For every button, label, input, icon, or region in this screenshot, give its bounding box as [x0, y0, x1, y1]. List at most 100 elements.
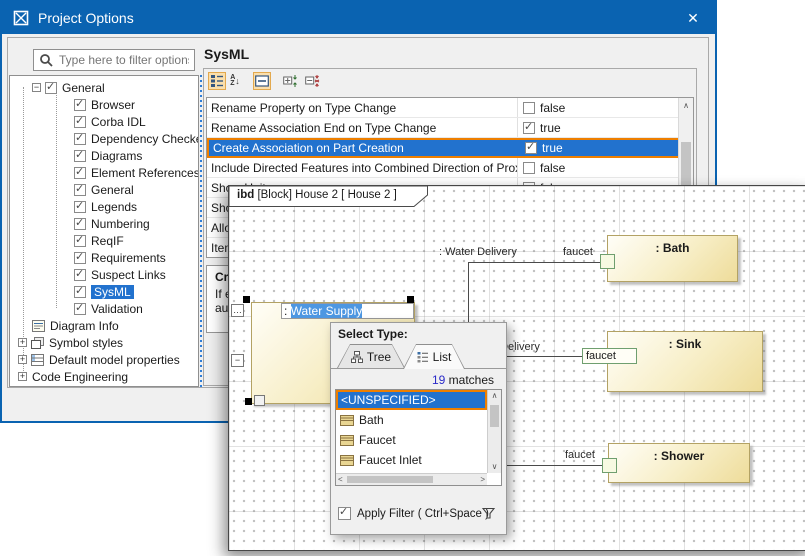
- value-checkbox[interactable]: [523, 102, 535, 114]
- check-icon: ✓: [75, 250, 84, 263]
- scroll-left-icon[interactable]: <: [338, 474, 343, 485]
- apply-filter-checkbox[interactable]: ✓: [338, 507, 351, 520]
- sidebar-item-code-engineering[interactable]: + Code Engineering: [10, 368, 198, 385]
- scroll-down-icon[interactable]: ∨: [488, 461, 501, 473]
- sidebar-item-reqif[interactable]: ✓ReqIF: [10, 232, 198, 249]
- list-item-selected[interactable]: <UNSPECIFIED>: [336, 390, 487, 410]
- checkbox[interactable]: ✓: [74, 252, 86, 264]
- checkbox[interactable]: ✓: [74, 150, 86, 162]
- checkbox[interactable]: ✓: [74, 133, 86, 145]
- dialog-titlebar[interactable]: Project Options ✕: [2, 2, 715, 34]
- sidebar-item-browser[interactable]: ✓Browser: [10, 96, 198, 113]
- expand-expander-icon[interactable]: +: [18, 355, 27, 364]
- value-checkbox[interactable]: ✓: [523, 122, 535, 134]
- apply-filter-row[interactable]: ✓ Apply Filter ( Ctrl+Space ): [338, 507, 489, 520]
- expand-nodes-button[interactable]: [281, 72, 299, 90]
- sidebar-item-general[interactable]: ✓General: [10, 181, 198, 198]
- sidebar-item-suspect-links[interactable]: ✓Suspect Links: [10, 266, 198, 283]
- sidebar-item-diagrams[interactable]: ✓Diagrams: [10, 147, 198, 164]
- value-checkbox[interactable]: ✓: [525, 142, 537, 154]
- selection-handle[interactable]: [243, 296, 250, 303]
- connector-label[interactable]: : Water Delivery: [439, 246, 517, 258]
- checkbox[interactable]: ✓: [74, 116, 86, 128]
- block-shower[interactable]: : Shower: [608, 443, 750, 483]
- close-icon[interactable]: ✕: [671, 2, 715, 34]
- sidebar-item-symbol-styles[interactable]: + Symbol styles: [10, 334, 198, 351]
- value-checkbox[interactable]: [523, 162, 535, 174]
- checkbox[interactable]: ✓: [74, 99, 86, 111]
- checkbox[interactable]: ✓: [45, 82, 57, 94]
- sidebar-item-sysml[interactable]: ✓ SysML: [10, 283, 198, 300]
- list-item[interactable]: Bath: [336, 410, 487, 430]
- sort-alphabetically-button[interactable]: A Z ↓: [226, 72, 244, 90]
- diagram-frame-tab[interactable]: ibd [Block] House 2 [ House 2 ]: [229, 186, 429, 207]
- filter-input[interactable]: [57, 52, 191, 68]
- sidebar-item-legends[interactable]: ✓Legends: [10, 198, 198, 215]
- block-name-editor[interactable]: : Water Supply: [281, 303, 414, 319]
- collapse-expander-icon[interactable]: −: [32, 83, 41, 92]
- connector-water-delivery-1[interactable]: [468, 262, 469, 330]
- sidebar-item-label: Validation: [91, 302, 143, 316]
- selection-handle[interactable]: [407, 296, 414, 303]
- check-icon: ✓: [75, 182, 84, 195]
- filter-funnel-icon[interactable]: [481, 506, 496, 521]
- checkbox[interactable]: ✓: [74, 218, 86, 230]
- checkbox[interactable]: ✓: [74, 303, 86, 315]
- connector-water-delivery-1[interactable]: [468, 262, 600, 263]
- scrollbar-thumb[interactable]: [681, 142, 691, 188]
- table-row[interactable]: Rename Property on Type Change false: [207, 98, 693, 118]
- scroll-up-icon[interactable]: ∧: [488, 390, 501, 402]
- show-description-button[interactable]: [253, 72, 271, 90]
- sidebar-item-requirements[interactable]: ✓Requirements: [10, 249, 198, 266]
- table-row[interactable]: Rename Association End on Type Change ✓t…: [207, 118, 693, 138]
- expand-expander-icon[interactable]: +: [18, 372, 27, 381]
- compartment-collapse-button[interactable]: −: [231, 354, 244, 367]
- compartment-more-button[interactable]: …: [231, 304, 244, 317]
- tab-list[interactable]: List: [403, 344, 465, 369]
- scroll-right-icon[interactable]: >: [480, 474, 485, 485]
- port-shower-faucet[interactable]: [602, 458, 617, 473]
- list-vertical-scrollbar[interactable]: ∧ ∨: [487, 390, 501, 473]
- port-bath-faucet[interactable]: [600, 254, 615, 269]
- sidebar-item-corba-idl[interactable]: ✓Corba IDL: [10, 113, 198, 130]
- checkbox[interactable]: ✓: [74, 184, 86, 196]
- sidebar-item-label-selected: SysML: [91, 285, 134, 299]
- panel-splitter[interactable]: [200, 75, 202, 387]
- scrollbar-thumb[interactable]: [490, 405, 499, 427]
- block-bath[interactable]: : Bath: [607, 235, 738, 282]
- structure-compartment-icon[interactable]: [254, 395, 265, 406]
- sidebar-item-validation[interactable]: ✓ Validation: [10, 300, 198, 317]
- tab-tree[interactable]: Tree: [337, 344, 405, 368]
- list-horizontal-scrollbar[interactable]: < >: [336, 473, 487, 485]
- scrollbar-thumb[interactable]: [347, 476, 433, 483]
- sidebar-item-diagram-info[interactable]: Diagram Info: [10, 317, 198, 334]
- type-list: <UNSPECIFIED> Bath Faucet Faucet Inlet ∧: [335, 389, 502, 486]
- filter-box[interactable]: [33, 49, 195, 71]
- part-sink-faucet[interactable]: faucet: [582, 348, 637, 364]
- list-tab-icon: [417, 351, 429, 363]
- checkbox[interactable]: ✓: [74, 167, 86, 179]
- table-row[interactable]: Include Directed Features into Combined …: [207, 158, 693, 178]
- selection-handle[interactable]: [245, 398, 252, 405]
- check-icon: ✓: [75, 199, 84, 212]
- sidebar-item-default-model-properties[interactable]: + Default model properties: [10, 351, 198, 368]
- expand-expander-icon[interactable]: +: [18, 338, 27, 347]
- sidebar-item-numbering[interactable]: ✓Numbering: [10, 215, 198, 232]
- categorized-view-button[interactable]: [208, 72, 226, 90]
- collapse-nodes-button[interactable]: [303, 72, 321, 90]
- checkbox[interactable]: ✓: [74, 269, 86, 281]
- list-item[interactable]: Faucet: [336, 430, 487, 450]
- port-label[interactable]: faucet: [565, 449, 595, 461]
- checkbox[interactable]: ✓: [74, 201, 86, 213]
- scroll-up-icon[interactable]: ∧: [679, 98, 693, 113]
- sidebar-item-dependency-checker[interactable]: ✓Dependency Checker: [10, 130, 198, 147]
- options-tree[interactable]: − ✓ General ✓Browser ✓Corba IDL ✓Depende…: [9, 75, 199, 387]
- sidebar-item-element-references[interactable]: ✓Element References: [10, 164, 198, 181]
- sidebar-item-general-root[interactable]: − ✓ General: [10, 79, 198, 96]
- checkbox[interactable]: ✓: [74, 235, 86, 247]
- port-label[interactable]: faucet: [563, 246, 593, 258]
- column-divider: [517, 118, 518, 137]
- list-item[interactable]: Faucet Inlet: [336, 450, 487, 470]
- checkbox[interactable]: ✓: [74, 286, 86, 298]
- table-row-selected[interactable]: Create Association on Part Creation ✓tru…: [207, 138, 693, 158]
